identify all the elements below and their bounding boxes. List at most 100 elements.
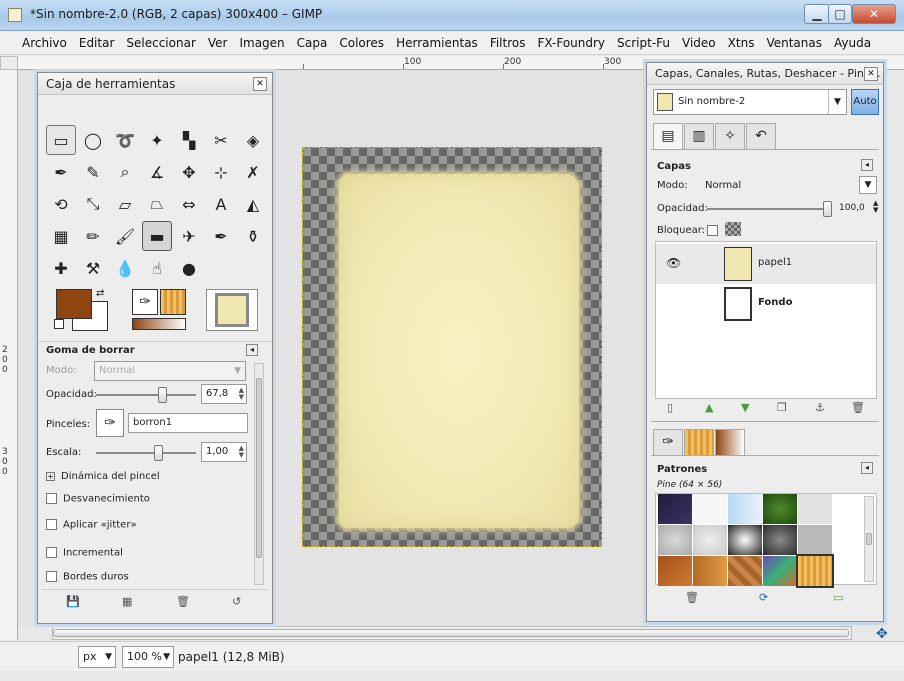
ruler-corner[interactable] [0, 56, 18, 70]
eraser-icon[interactable]: ▬ [142, 221, 172, 251]
delete-layer-icon[interactable]: 🗑 [851, 401, 865, 414]
tool-options-scrollbar[interactable] [254, 363, 264, 585]
eye-icon[interactable]: 👁 [666, 256, 681, 270]
tab-channels[interactable]: ▥ [684, 123, 714, 149]
paths-icon[interactable]: ✒ [46, 157, 76, 187]
shear-icon[interactable]: ▱ [110, 189, 140, 219]
rect-select-icon[interactable]: ▭ [46, 125, 76, 155]
scissors-icon[interactable]: ✂ [206, 125, 236, 155]
menu-ver[interactable]: Ver [208, 36, 228, 50]
pattern-swatch[interactable] [728, 556, 762, 586]
foreground-color-swatch[interactable] [56, 289, 92, 319]
perspective-icon[interactable]: ⏢ [142, 189, 172, 219]
scale-icon[interactable]: ⤡ [78, 189, 108, 219]
layer-row-fondo[interactable]: Fondo [656, 284, 876, 324]
tab-undo[interactable]: ↶ [746, 123, 776, 149]
patterns-scrollbar[interactable] [864, 496, 874, 582]
scrollbar-thumb[interactable] [256, 378, 262, 558]
layer-row-papel1[interactable]: 👁 papel1 [656, 244, 876, 284]
text-icon[interactable]: A [206, 189, 236, 219]
anchor-layer-icon[interactable]: ⚓ [815, 401, 825, 414]
paintbrush-icon[interactable]: 🖌 [110, 221, 140, 251]
raise-layer-icon[interactable]: ▲ [705, 401, 713, 414]
restore-options-icon[interactable]: ▦ [122, 595, 132, 608]
gradient-preview[interactable] [132, 318, 186, 330]
horizontal-scrollbar[interactable] [52, 626, 852, 640]
menu-ayuda[interactable]: Ayuda [834, 36, 871, 50]
pattern-swatch[interactable] [693, 525, 727, 555]
pattern-swatch[interactable] [798, 525, 832, 555]
option-fade[interactable]: Desvanecimiento [46, 493, 150, 505]
default-colors-icon[interactable] [54, 319, 64, 329]
panel-menu-icon[interactable]: ◂ [246, 344, 258, 356]
unit-select[interactable]: px ▼ [78, 646, 116, 668]
image-canvas[interactable] [302, 147, 602, 547]
free-select-icon[interactable]: ➰ [110, 125, 140, 155]
opacity-slider[interactable] [96, 387, 196, 403]
pattern-swatch[interactable] [693, 556, 727, 586]
opacity-field[interactable]: 67,8 ▲ ▼ [201, 384, 247, 404]
duplicate-layer-icon[interactable]: ❐ [777, 401, 787, 414]
pattern-swatch-selected[interactable] [796, 554, 834, 588]
pattern-swatch[interactable] [658, 494, 692, 524]
heal-icon[interactable]: ✚ [46, 253, 76, 283]
menu-imagen[interactable]: Imagen [239, 36, 284, 50]
rotate-icon[interactable]: ⟲ [46, 189, 76, 219]
swap-colors-icon[interactable]: ⇄ [96, 288, 104, 299]
pattern-swatch[interactable] [763, 494, 797, 524]
smudge-icon[interactable]: ☝ [142, 253, 172, 283]
menu-archivo[interactable]: Archivo [22, 36, 67, 50]
lock-alpha-icon[interactable] [725, 222, 741, 236]
brush-select-button[interactable]: ✑ [96, 409, 124, 437]
delete-options-icon[interactable]: 🗑 [176, 595, 190, 608]
ink-icon[interactable]: ✒ [206, 221, 236, 251]
tab-brushes[interactable]: ✑ [653, 429, 683, 455]
menu-seleccionar[interactable]: Seleccionar [126, 36, 195, 50]
pattern-swatch[interactable] [763, 525, 797, 555]
zoom-icon[interactable]: ⌕ [110, 157, 140, 187]
zoom-select[interactable]: 100 % ▼ [122, 646, 174, 668]
spin-icon[interactable]: ▲ ▼ [239, 445, 244, 459]
close-button[interactable]: ✕ [852, 4, 896, 24]
measure-icon[interactable]: ∡ [142, 157, 172, 187]
scrollbar-thumb[interactable] [53, 629, 849, 637]
minimize-button[interactable]: ▁ [804, 4, 830, 24]
incremental-checkbox[interactable] [46, 547, 57, 558]
tab-gradients[interactable] [715, 429, 745, 455]
close-icon[interactable]: ✕ [864, 67, 878, 81]
perspective-clone-icon[interactable]: ⚒ [78, 253, 108, 283]
spin-icon[interactable]: ▲ ▼ [239, 387, 244, 401]
new-layer-icon[interactable]: ▯ [667, 401, 673, 414]
menu-herramientas[interactable]: Herramientas [396, 36, 478, 50]
brush-dynamics-expander[interactable]: + Dinámica del pincel [46, 471, 160, 482]
fade-checkbox[interactable] [46, 493, 57, 504]
pattern-swatch[interactable] [798, 494, 832, 524]
color-picker-icon[interactable]: ✎ [78, 157, 108, 187]
scale-slider-knob[interactable] [154, 445, 163, 461]
menu-filtros[interactable]: Filtros [490, 36, 526, 50]
opacity-slider-knob[interactable] [158, 387, 167, 403]
panel-menu-icon[interactable]: ◂ [861, 462, 873, 474]
scale-slider[interactable] [96, 445, 196, 461]
layer-opacity-knob[interactable] [823, 201, 832, 217]
close-icon[interactable]: ✕ [253, 77, 267, 91]
image-select[interactable]: Sin nombre-2 ▼ [653, 89, 847, 115]
menu-editar[interactable]: Editar [79, 36, 115, 50]
navigate-icon[interactable]: ✥ [876, 626, 892, 642]
panel-menu-icon[interactable]: ◂ [861, 159, 873, 171]
tab-patterns[interactable] [684, 429, 714, 455]
menu-colores[interactable]: Colores [339, 36, 384, 50]
align-icon[interactable]: ⊹ [206, 157, 236, 187]
pattern-swatch[interactable] [693, 494, 727, 524]
pattern-preview[interactable] [160, 289, 186, 315]
menu-capa[interactable]: Capa [297, 36, 328, 50]
fuzzy-select-icon[interactable]: ✦ [142, 125, 172, 155]
brush-preview[interactable]: ✑ [132, 289, 158, 315]
refresh-patterns-icon[interactable]: ⟳ [759, 591, 768, 604]
pattern-swatch[interactable] [658, 525, 692, 555]
bucket-fill-icon[interactable]: ◭ [238, 189, 268, 219]
hard-edges-checkbox[interactable] [46, 571, 57, 582]
blend-icon[interactable]: ▦ [46, 221, 76, 251]
tab-paths[interactable]: ✧ [715, 123, 745, 149]
menu-ventanas[interactable]: Ventanas [766, 36, 822, 50]
